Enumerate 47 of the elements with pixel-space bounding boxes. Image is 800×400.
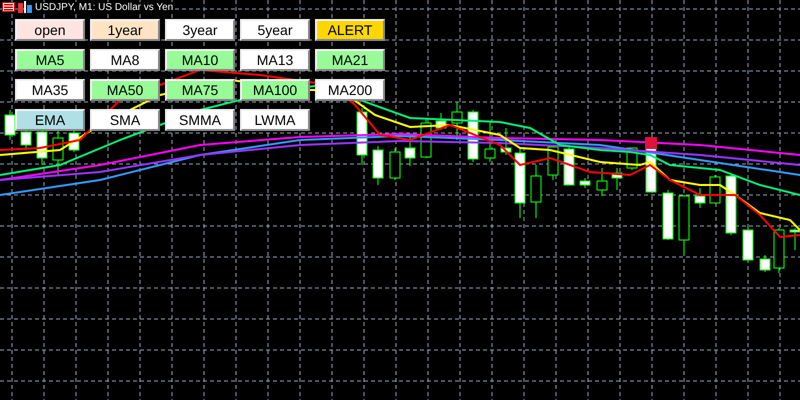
candle [564,144,574,186]
toggle-button[interactable]: MA35 [15,79,85,101]
candle [726,174,736,236]
candle [662,190,674,240]
candle [514,148,526,218]
candle [52,130,64,176]
toggle-button[interactable]: MA10 [165,49,235,71]
toggle-button[interactable]: MA200 [315,79,385,101]
toggle-button[interactable]: SMMA [165,109,235,131]
toggle-button[interactable]: MA5 [15,49,85,71]
toggle-button[interactable]: MA13 [240,49,310,71]
candle [452,102,462,140]
candle [372,146,384,186]
toggle-button[interactable]: ALERT [315,19,385,41]
candle [678,194,690,256]
candle [530,164,542,218]
candle [580,178,590,188]
toggle-button[interactable]: MA100 [240,79,310,101]
candle [694,188,706,208]
candle [500,128,512,156]
toggle-button[interactable]: SMA [90,109,160,131]
candle [612,168,622,190]
toggle-button[interactable]: MA21 [315,49,385,71]
toggle-button[interactable]: MA75 [165,79,235,101]
candle [774,228,784,274]
toggle-button[interactable]: LWMA [240,109,310,131]
window-title: USDJPY, M1: US Dollar vs Yen [35,2,174,12]
candle [790,228,800,250]
toggle-button[interactable]: 1year [90,19,160,41]
chart-icon [18,1,32,13]
alert-marker [645,137,657,149]
candle [596,168,608,196]
candle [4,110,16,140]
candle [742,226,754,262]
toggle-button[interactable]: 3year [165,19,235,41]
candle [760,254,770,272]
toggle-button[interactable]: 5year [240,19,310,41]
toggle-button[interactable]: MA50 [90,79,160,101]
toggle-button[interactable]: EMA [15,109,85,131]
candle [484,122,496,162]
toggle-button[interactable]: MA8 [90,49,160,71]
candle [436,112,446,130]
candle [390,148,400,180]
menu-icon[interactable] [2,2,15,12]
toggle-button[interactable]: open [15,19,85,41]
candle [20,130,32,150]
candle [404,134,416,166]
